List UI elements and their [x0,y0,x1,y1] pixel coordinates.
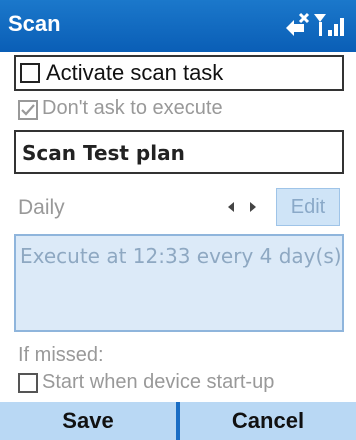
if-missed-label: If missed: [18,344,104,366]
startup-checkbox[interactable] [18,373,38,393]
status-icons [278,8,348,40]
softkey-divider [176,402,180,440]
connectivity-icon [286,12,344,36]
checkmark-icon [21,104,35,116]
plan-name-field[interactable]: Scan Test plan [14,130,344,174]
plan-name-value: Scan Test plan [22,141,185,165]
previous-arrow-icon[interactable] [228,202,234,212]
dont-ask-label: Don't ask to execute [42,97,223,119]
schedule-details-text: Execute at 12:33 every 4 day(s) [20,244,342,268]
save-button[interactable]: Save [0,402,176,440]
edit-button[interactable]: Edit [276,188,340,226]
dont-ask-row: Don't ask to execute [18,96,338,124]
dont-ask-checkbox [18,100,38,120]
activate-scan-task-checkbox[interactable] [20,63,40,83]
frequency-label: Daily [18,196,65,219]
next-arrow-icon[interactable] [250,202,256,212]
schedule-details-box: Execute at 12:33 every 4 day(s) [14,234,344,332]
startup-row[interactable]: Start when device start-up [18,370,338,398]
startup-label: Start when device start-up [42,371,275,393]
cancel-button[interactable]: Cancel [180,402,356,440]
activate-scan-task-label: Activate scan task [46,60,224,85]
title-bar: Scan [0,0,356,52]
activate-scan-task-box[interactable]: Activate scan task [14,55,344,91]
page-title: Scan [8,11,61,36]
